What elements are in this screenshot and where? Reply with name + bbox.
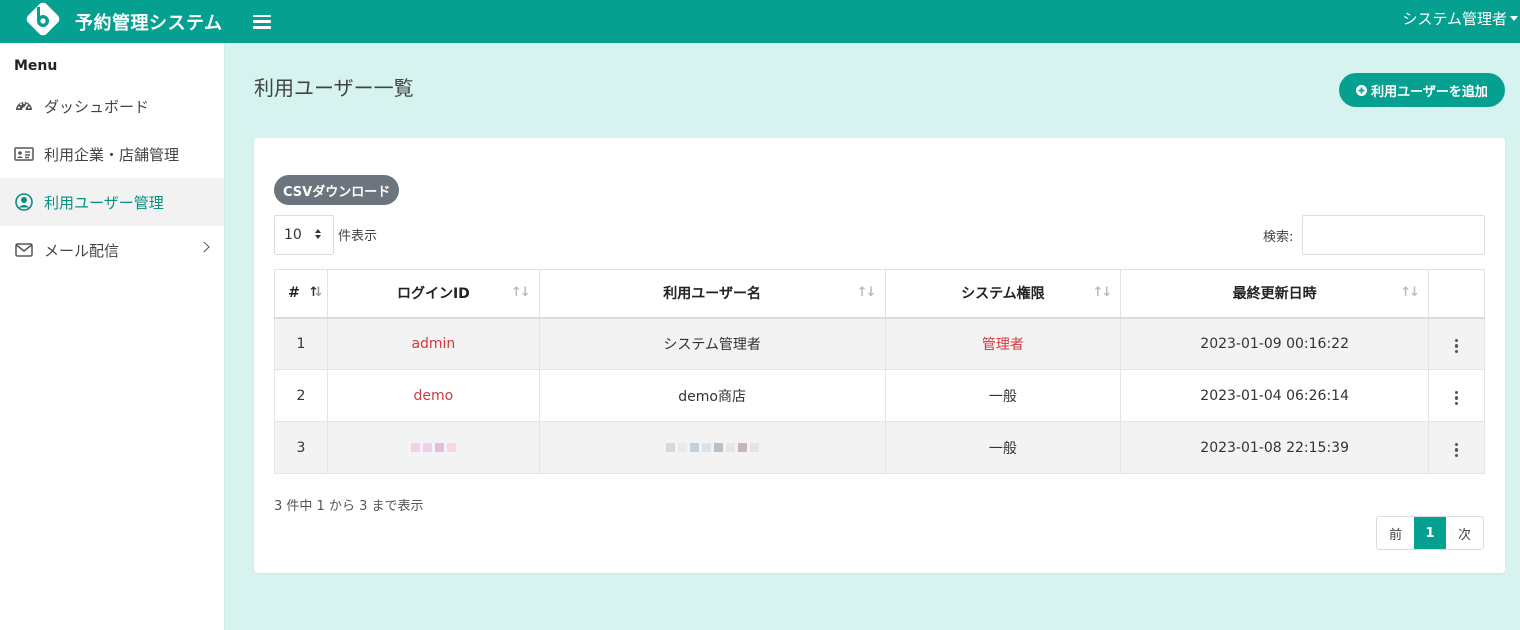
users-card: CSVダウンロード 10 件表示 検索: # ↑ ↓ ログインID ↑↓ 利用ユーザー… <box>254 138 1505 573</box>
sidebar-item-users[interactable]: 利用ユーザー管理 <box>0 178 224 226</box>
sort-updown-icon <box>315 229 321 239</box>
column-header-role[interactable]: システム権限 ↑↓ <box>884 269 1122 319</box>
row-actions <box>1428 369 1485 422</box>
column-header-no[interactable]: # ↑ ↓ <box>274 269 328 319</box>
updated-at: 2023-01-09 00:16:22 <box>1120 317 1430 370</box>
envelope-icon <box>14 240 34 260</box>
redacted-text <box>665 442 759 452</box>
row-number: 3 <box>274 421 328 474</box>
user-circle-icon <box>14 192 34 212</box>
search-input[interactable] <box>1302 215 1485 255</box>
logo-icon <box>23 0 63 39</box>
plus-icon <box>1356 84 1368 96</box>
user-menu-label: システム管理者 <box>1402 10 1507 28</box>
column-header-login-id[interactable]: ログインID ↑↓ <box>326 269 540 319</box>
app-title: 予約管理システム <box>75 12 223 34</box>
chevron-right-icon <box>198 241 210 253</box>
login-id-link[interactable]: demo <box>326 369 540 422</box>
page-length-select[interactable]: 10 <box>274 215 334 255</box>
sidebar-item-label: 利用ユーザー管理 <box>44 193 164 212</box>
users-table: # ↑ ↓ ログインID ↑↓ 利用ユーザー名 ↑↓ システム権限 ↑↓ 最終更新日時 ↑↓… <box>274 269 1485 474</box>
brand[interactable]: 予約管理システム <box>0 0 225 43</box>
dashboard-icon <box>14 96 34 116</box>
role: 一般 <box>884 421 1122 474</box>
more-vertical-icon[interactable] <box>1451 387 1463 410</box>
sidebar-item-dashboard[interactable]: ダッシュボード <box>0 82 224 130</box>
sidebar-item-label: メール配信 <box>44 241 120 260</box>
table-row: 3 一般 2023-01-08 22:15:39 <box>274 421 1485 474</box>
updated-at: 2023-01-04 06:26:14 <box>1120 369 1430 422</box>
user-name: demo商店 <box>538 369 886 422</box>
sort-icon: ↑↓ <box>856 285 877 300</box>
page-length-value: 10 <box>284 227 302 243</box>
sidebar: Menu ダッシュボード 利用企業・店舗管理 利用ユーザー管理 メール配信 <box>0 43 225 630</box>
row-number: 1 <box>274 317 328 370</box>
sort-icon: ↑↓ <box>510 285 531 300</box>
more-vertical-icon[interactable] <box>1451 439 1463 462</box>
add-user-button[interactable]: 利用ユーザーを追加 <box>1339 73 1505 107</box>
table-row: 2 demo demo商店 一般 2023-01-04 06:26:14 <box>274 369 1485 422</box>
login-id-link-redacted[interactable] <box>326 421 540 474</box>
pagination-next[interactable]: 次 <box>1446 517 1483 549</box>
row-actions <box>1428 317 1485 370</box>
role: 一般 <box>884 369 1122 422</box>
top-navbar: 予約管理システム システム管理者 <box>0 0 1520 43</box>
table-header-row: # ↑ ↓ ログインID ↑↓ 利用ユーザー名 ↑↓ システム権限 ↑↓ 最終更新日時 ↑↓ <box>274 269 1485 319</box>
add-user-label: 利用ユーザーを追加 <box>1371 84 1488 100</box>
more-vertical-icon[interactable] <box>1451 335 1463 358</box>
sort-icon: ↑↓ <box>1092 285 1112 300</box>
redacted-text <box>410 442 456 452</box>
updated-at: 2023-01-08 22:15:39 <box>1120 421 1430 474</box>
row-actions <box>1428 421 1485 474</box>
user-name: システム管理者 <box>538 317 886 370</box>
user-menu-dropdown[interactable]: システム管理者 <box>1402 8 1518 29</box>
sidebar-item-label: 利用企業・店舗管理 <box>44 145 180 164</box>
sidebar-item-mail[interactable]: メール配信 <box>0 226 224 274</box>
column-header-updated[interactable]: 最終更新日時 ↑↓ <box>1120 269 1430 319</box>
hamburger-menu-icon[interactable] <box>253 14 271 29</box>
login-id-link[interactable]: admin <box>326 317 540 370</box>
sidebar-item-companies[interactable]: 利用企業・店舗管理 <box>0 130 224 178</box>
table-info: 3 件中 1 から 3 まで表示 <box>274 499 424 514</box>
csv-download-button[interactable]: CSVダウンロード <box>274 175 400 205</box>
role: 管理者 <box>884 317 1122 370</box>
pagination: 前 1 次 <box>1376 516 1484 550</box>
column-header-actions <box>1428 269 1485 319</box>
page-length-label: 件表示 <box>338 229 378 244</box>
menu-heading: Menu <box>14 58 58 74</box>
user-name-redacted <box>538 421 886 474</box>
sort-icon: ↑↓ <box>1400 285 1420 300</box>
caret-down-icon <box>1510 16 1518 21</box>
column-header-user-name[interactable]: 利用ユーザー名 ↑↓ <box>538 269 886 319</box>
sidebar-item-label: ダッシュボード <box>44 97 150 116</box>
id-card-icon <box>14 144 34 164</box>
row-number: 2 <box>274 369 328 422</box>
pagination-page-1[interactable]: 1 <box>1414 517 1446 549</box>
search-label: 検索: <box>1263 230 1294 245</box>
table-row: 1 admin システム管理者 管理者 2023-01-09 00:16:22 <box>274 317 1485 370</box>
pagination-prev[interactable]: 前 <box>1377 517 1414 549</box>
page-title: 利用ユーザー一覧 <box>254 76 414 100</box>
